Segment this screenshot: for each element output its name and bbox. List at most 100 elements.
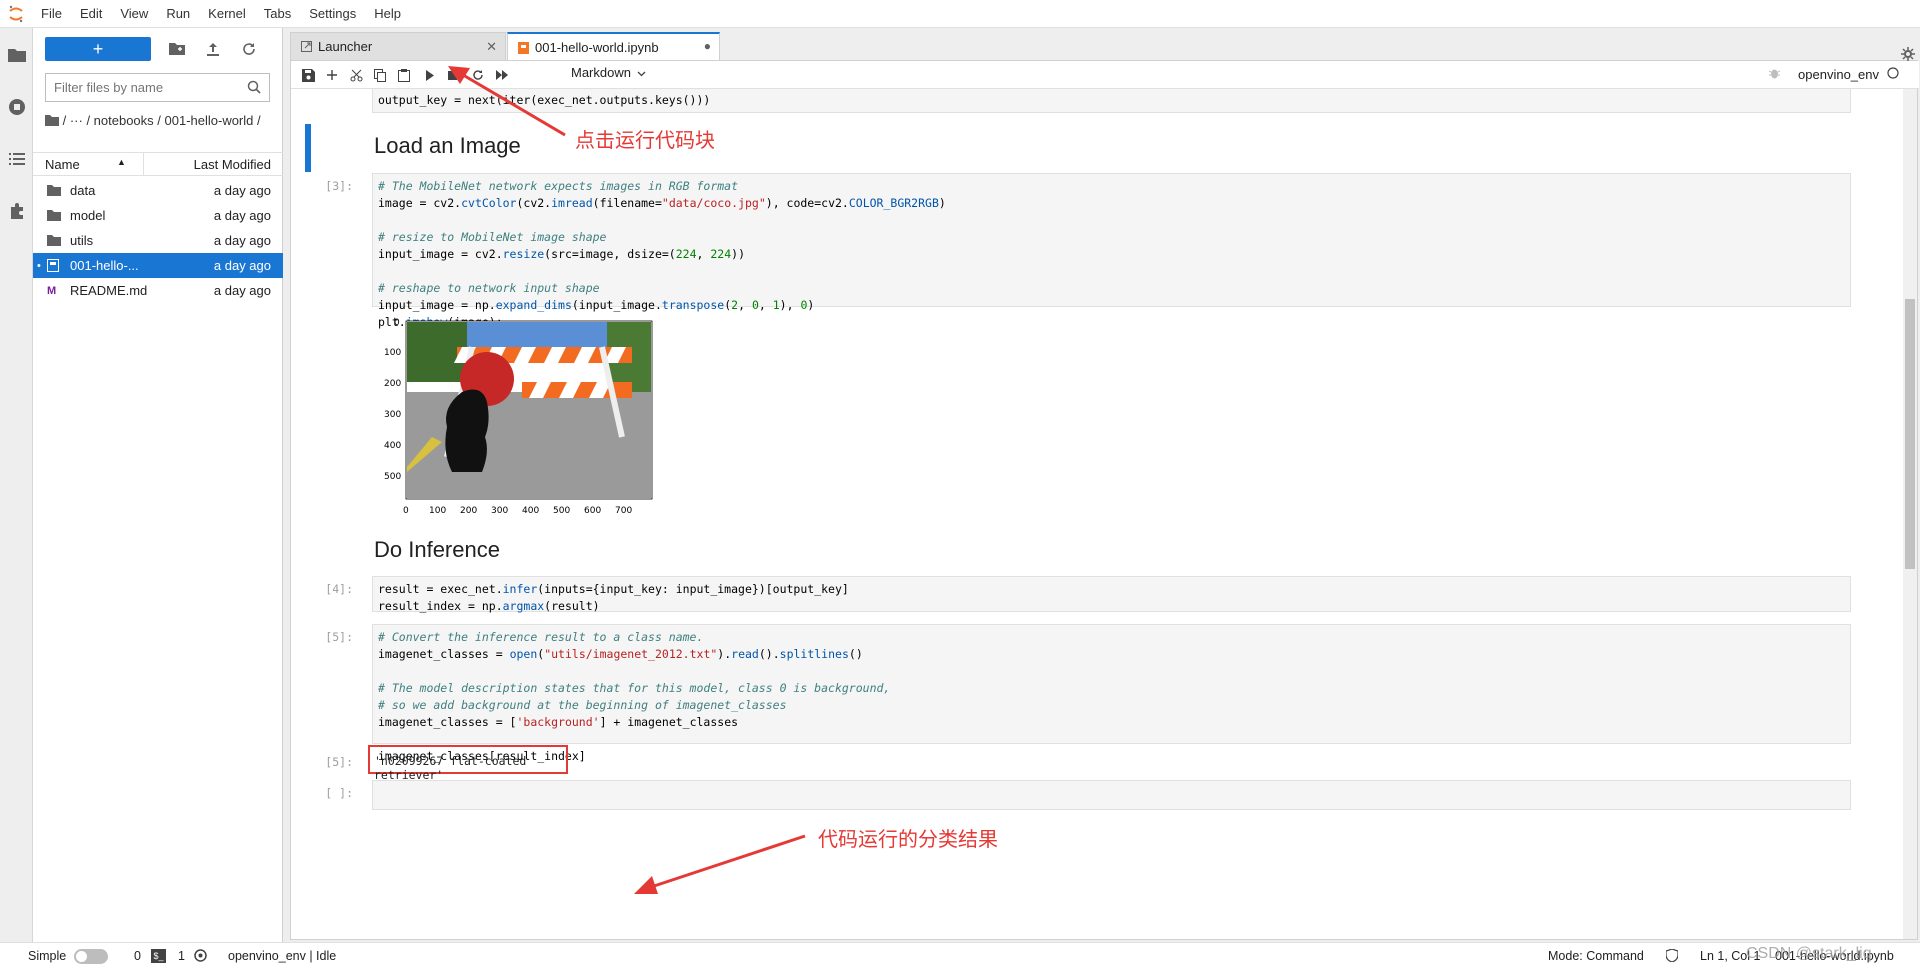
- code-cell-3[interactable]: # The MobileNet network expects images i…: [372, 173, 1851, 329]
- markdown-icon: M: [47, 284, 57, 297]
- activity-bar: [0, 28, 33, 942]
- tab-launcher[interactable]: Launcher ✕: [290, 32, 506, 60]
- code-cell-5[interactable]: # Convert the inference result to a clas…: [372, 624, 1851, 763]
- refresh-icon[interactable]: [235, 37, 263, 61]
- launcher-icon: [301, 41, 312, 52]
- input-prompt: [5]:: [325, 630, 353, 644]
- jupyter-logo-icon: [0, 0, 32, 28]
- input-prompt: [ ]:: [325, 786, 353, 800]
- tab-label: 001-hello-world.ipynb: [535, 40, 659, 55]
- code-cell-empty[interactable]: [372, 780, 1851, 810]
- breadcrumb-path[interactable]: / ··· / notebooks / 001-hello-world /: [63, 113, 261, 128]
- file-modified: a day ago: [213, 183, 271, 198]
- sort-ascending-icon: ▲: [117, 157, 126, 167]
- file-modified: a day ago: [213, 208, 271, 223]
- file-filter-input[interactable]: [46, 74, 236, 101]
- notebook-scrollbar[interactable]: [1903, 89, 1917, 939]
- xtick: 400: [522, 506, 539, 516]
- input-prompt: [3]:: [325, 179, 353, 193]
- terminal-icon[interactable]: $_: [151, 949, 166, 963]
- menu-tabs[interactable]: Tabs: [255, 0, 300, 28]
- active-cell-indicator: [305, 124, 311, 172]
- file-item-model[interactable]: model a day ago: [33, 203, 283, 228]
- debugger-bug-icon[interactable]: [1768, 67, 1781, 82]
- simple-mode-toggle[interactable]: [74, 949, 108, 964]
- main-area: Launcher ✕ 001-hello-world.ipynb ● Markd…: [283, 28, 1920, 942]
- unsaved-indicator-icon[interactable]: ●: [704, 39, 711, 53]
- menu-run[interactable]: Run: [157, 0, 199, 28]
- file-item-utils[interactable]: utils a day ago: [33, 228, 283, 253]
- xtick: 600: [584, 506, 601, 516]
- notebook-mode: Mode: Command: [1548, 949, 1644, 963]
- kernel-status[interactable]: openvino_env | Idle: [228, 949, 336, 963]
- tab-label: Launcher: [318, 39, 373, 54]
- file-name: utils: [70, 233, 94, 248]
- new-launcher-button[interactable]: +: [45, 37, 151, 61]
- menu-edit[interactable]: Edit: [71, 0, 111, 28]
- watermark: CSDN @stark_liq: [1746, 945, 1872, 962]
- close-icon[interactable]: ✕: [486, 39, 497, 55]
- notebook-icon: [518, 41, 529, 54]
- extensions-puzzle-icon[interactable]: [0, 194, 33, 228]
- folder-icon: [47, 210, 61, 221]
- trusted-shield-icon[interactable]: [1665, 948, 1679, 965]
- kernel-count: 1: [178, 949, 185, 963]
- running-indicator: •: [37, 259, 41, 272]
- running-kernels-icon[interactable]: [0, 90, 33, 124]
- file-modified: a day ago: [213, 233, 271, 248]
- ytick: 200: [384, 379, 401, 389]
- file-item-notebook[interactable]: • 001-hello-... a day ago: [33, 253, 283, 278]
- output-result: 'n02099267 flat-coated retriever': [368, 745, 568, 782]
- table-of-contents-icon[interactable]: [0, 142, 33, 176]
- ytick: 500: [384, 472, 401, 482]
- menu-help[interactable]: Help: [365, 0, 410, 28]
- ytick: 400: [384, 441, 401, 451]
- annotation-arrow-run: [448, 66, 566, 137]
- code-cell-4[interactable]: result = exec_net.infer(inputs={input_ke…: [372, 576, 1851, 613]
- file-name: data: [70, 183, 96, 198]
- ytick: 300: [384, 410, 401, 420]
- annotation-run-note: 点击运行代码块: [575, 128, 715, 152]
- xtick: 500: [553, 506, 570, 516]
- file-modified: a day ago: [213, 283, 271, 298]
- column-modified-header[interactable]: Last Modified: [194, 157, 271, 172]
- menu-kernel[interactable]: Kernel: [199, 0, 255, 28]
- file-name: 001-hello-...: [70, 258, 139, 273]
- menu-file[interactable]: File: [32, 0, 71, 28]
- file-browser: + / ··· / notebooks / 001-hello-world / …: [33, 28, 283, 942]
- menu-view[interactable]: View: [111, 0, 157, 28]
- cell-type-select[interactable]: Markdown: [571, 65, 646, 80]
- ytick: 0: [394, 318, 400, 328]
- tab-bar: Launcher ✕ 001-hello-world.ipynb ●: [283, 28, 1920, 61]
- xtick: 200: [460, 506, 477, 516]
- folder-icon: [47, 235, 61, 246]
- home-folder-icon[interactable]: [45, 113, 59, 130]
- folder-icon[interactable]: [0, 38, 33, 72]
- menu-settings[interactable]: Settings: [300, 0, 365, 28]
- output-prompt: [5]:: [325, 755, 353, 769]
- file-name: README.md: [70, 283, 148, 298]
- scrollbar-thumb[interactable]: [1905, 299, 1915, 569]
- xtick: 700: [615, 506, 632, 516]
- kernel-name[interactable]: openvino_env: [1798, 67, 1879, 82]
- tab-notebook[interactable]: 001-hello-world.ipynb ●: [507, 32, 720, 61]
- upload-icon[interactable]: [199, 37, 227, 61]
- kernel-indicator: openvino_env: [1768, 67, 1899, 82]
- xtick: 300: [491, 506, 508, 516]
- markdown-heading-do-inference[interactable]: Do Inference: [374, 537, 500, 563]
- code-cell-partial[interactable]: output_key = next(iter(exec_net.outputs.…: [372, 89, 1851, 113]
- chevron-down-icon: [637, 65, 646, 80]
- search-icon: [247, 80, 261, 97]
- input-prompt: [4]:: [325, 582, 353, 596]
- file-item-data[interactable]: data a day ago: [33, 178, 283, 203]
- simple-mode-label: Simple: [28, 949, 67, 963]
- breadcrumb: / ··· / notebooks / 001-hello-world /: [45, 112, 275, 130]
- new-folder-icon[interactable]: [163, 37, 191, 61]
- property-inspector-gear-icon[interactable]: [1898, 44, 1918, 64]
- kernel-status-circle-icon: [1887, 67, 1899, 82]
- kernel-gear-icon[interactable]: [194, 949, 207, 965]
- column-name-header[interactable]: Name: [45, 157, 80, 172]
- file-item-readme[interactable]: M README.md a day ago: [33, 278, 283, 303]
- folder-icon: [47, 185, 61, 196]
- file-list-header: Name ▲ Last Modified: [33, 152, 283, 176]
